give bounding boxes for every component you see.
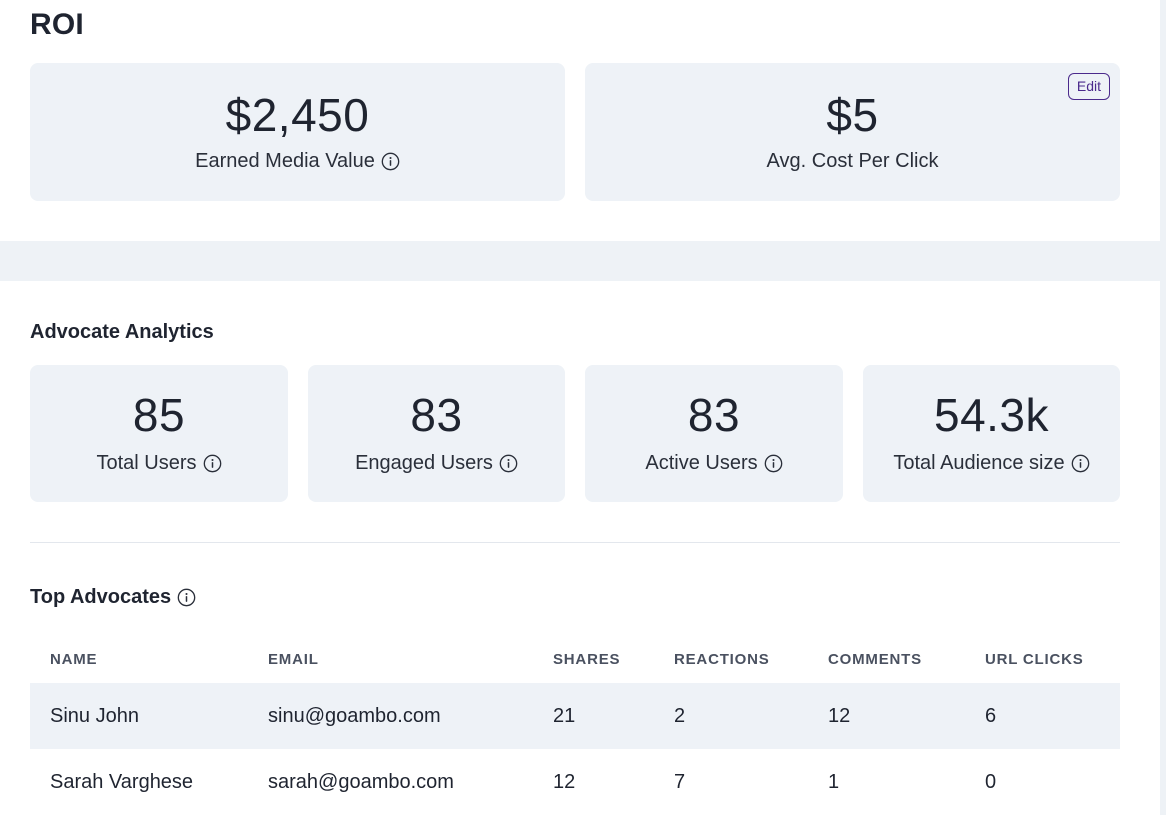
earned-media-value-label: Earned Media Value [195, 149, 375, 172]
total-users-label-row: Total Users [96, 452, 221, 475]
column-header-reactions[interactable]: REACTIONS [654, 635, 808, 683]
cell-url-clicks: 0 [985, 770, 997, 793]
advocate-analytics-title: Advocate Analytics [30, 321, 214, 344]
total-audience-size-label: Total Audience size [893, 452, 1065, 474]
engaged-users-card: 83 Engaged Users [308, 365, 565, 502]
earned-media-value: $2,450 [225, 88, 370, 141]
avg-cost-per-click-label-row: Avg. Cost Per Click [767, 150, 939, 173]
total-audience-size-value: 54.3k [933, 389, 1050, 441]
active-users-card: 83 Active Users [585, 365, 843, 502]
cell-comments: 12 [808, 683, 965, 749]
avg-cost-per-click-value: $5 [826, 88, 879, 141]
info-icon[interactable] [203, 454, 222, 473]
roi-analytics-page: ROI $2,450 Earned Media Value Edit $5 Av… [0, 0, 1166, 815]
top-advocates-title-text: Top Advocates [30, 586, 172, 608]
table-body: Sinu John sinu@goambo.com 21 2 12 6 Sara… [30, 683, 1120, 815]
total-users-value: 85 [132, 389, 186, 441]
info-icon[interactable] [764, 454, 783, 473]
cell-name: Sinu John [30, 683, 248, 749]
cell-reactions: 7 [674, 770, 686, 793]
active-users-label-row: Active Users [645, 452, 782, 475]
avg-cost-per-click-label: Avg. Cost Per Click [766, 149, 939, 172]
edit-button[interactable]: Edit [1067, 73, 1110, 100]
cell-reactions: 2 [654, 683, 808, 749]
active-users-label: Active Users [645, 452, 758, 474]
table-row[interactable]: Sinu John sinu@goambo.com 21 2 12 6 [30, 683, 1120, 749]
table-header: NAME EMAIL SHARES REACTIONS COMMENTS URL… [30, 635, 1120, 683]
total-users-label: Total Users [96, 452, 197, 474]
column-header-url-clicks[interactable]: URL CLICKS [965, 635, 1120, 683]
column-header-comments[interactable]: COMMENTS [808, 635, 965, 683]
top-advocates-title: Top Advocates [30, 586, 196, 609]
cell-email: sarah@goambo.com [268, 770, 454, 793]
total-users-card: 85 Total Users [30, 365, 288, 502]
column-header-shares[interactable]: SHARES [533, 635, 654, 683]
scroll-gutter [1160, 0, 1166, 815]
info-icon[interactable] [381, 152, 400, 171]
total-audience-size-card: 54.3k Total Audience size [863, 365, 1120, 502]
table-row[interactable]: Sarah Varghese sarah@goambo.com 12 7 1 0 [30, 749, 1120, 815]
engaged-users-label: Engaged Users [355, 452, 493, 474]
active-users-value: 83 [687, 389, 741, 441]
info-icon[interactable] [177, 588, 196, 607]
cell-shares: 12 [553, 770, 576, 793]
column-header-email[interactable]: EMAIL [248, 635, 533, 683]
earned-media-value-label-row: Earned Media Value [195, 150, 400, 173]
cell-comments: 1 [828, 770, 840, 793]
table-header-row: NAME EMAIL SHARES REACTIONS COMMENTS URL… [30, 635, 1120, 683]
advocate-analytics-title-text: Advocate Analytics [30, 321, 214, 343]
cell-shares: 21 [533, 683, 654, 749]
section-divider [0, 241, 1160, 281]
cell-url-clicks: 6 [965, 683, 1120, 749]
engaged-users-value: 83 [410, 389, 463, 441]
horizontal-divider [30, 542, 1120, 543]
column-header-name[interactable]: NAME [30, 635, 248, 683]
info-icon[interactable] [499, 454, 518, 473]
earned-media-value-card: $2,450 Earned Media Value [30, 63, 565, 201]
engaged-users-label-row: Engaged Users [355, 452, 518, 475]
total-audience-size-label-row: Total Audience size [893, 452, 1089, 475]
cell-name: Sarah Varghese [50, 770, 194, 793]
cell-email: sinu@goambo.com [248, 683, 533, 749]
avg-cost-per-click-card: Edit $5 Avg. Cost Per Click [585, 63, 1120, 201]
info-icon[interactable] [1071, 454, 1090, 473]
roi-title: ROI [30, 8, 84, 41]
top-advocates-table: NAME EMAIL SHARES REACTIONS COMMENTS URL… [30, 635, 1120, 815]
